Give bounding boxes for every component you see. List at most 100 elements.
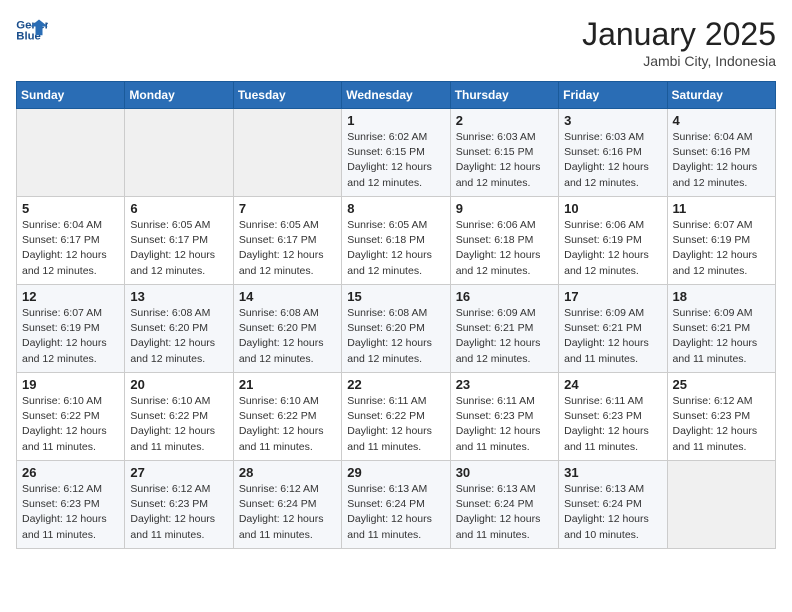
day-info: Sunrise: 6:11 AM Sunset: 6:23 PM Dayligh… xyxy=(456,394,553,455)
day-number: 17 xyxy=(564,289,661,304)
day-info: Sunrise: 6:04 AM Sunset: 6:17 PM Dayligh… xyxy=(22,218,119,279)
day-info: Sunrise: 6:07 AM Sunset: 6:19 PM Dayligh… xyxy=(22,306,119,367)
weekday-header-saturday: Saturday xyxy=(667,82,775,109)
weekday-header-tuesday: Tuesday xyxy=(233,82,341,109)
month-title: January 2025 xyxy=(582,16,776,53)
calendar-cell: 13 Sunrise: 6:08 AM Sunset: 6:20 PM Dayli… xyxy=(125,285,233,373)
calendar-cell: 5 Sunrise: 6:04 AM Sunset: 6:17 PM Daylig… xyxy=(17,197,125,285)
weekday-header-monday: Monday xyxy=(125,82,233,109)
day-number: 23 xyxy=(456,377,553,392)
calendar-cell xyxy=(17,109,125,197)
day-info: Sunrise: 6:06 AM Sunset: 6:18 PM Dayligh… xyxy=(456,218,553,279)
day-info: Sunrise: 6:12 AM Sunset: 6:23 PM Dayligh… xyxy=(22,482,119,543)
day-number: 6 xyxy=(130,201,227,216)
day-info: Sunrise: 6:08 AM Sunset: 6:20 PM Dayligh… xyxy=(347,306,444,367)
day-number: 31 xyxy=(564,465,661,480)
day-info: Sunrise: 6:06 AM Sunset: 6:19 PM Dayligh… xyxy=(564,218,661,279)
day-number: 28 xyxy=(239,465,336,480)
calendar-cell: 16 Sunrise: 6:09 AM Sunset: 6:21 PM Dayli… xyxy=(450,285,558,373)
calendar-cell: 8Sunrise: 6:05 AM Sunset: 6:18 PM Daylig… xyxy=(342,197,450,285)
day-info: Sunrise: 6:10 AM Sunset: 6:22 PM Dayligh… xyxy=(22,394,119,455)
calendar-cell: 1 Sunrise: 6:02 AM Sunset: 6:15 PM Daylig… xyxy=(342,109,450,197)
calendar-cell: 6 Sunrise: 6:05 AM Sunset: 6:17 PM Daylig… xyxy=(125,197,233,285)
calendar-week-row: 1 Sunrise: 6:02 AM Sunset: 6:15 PM Daylig… xyxy=(17,109,776,197)
day-info: Sunrise: 6:08 AM Sunset: 6:20 PM Dayligh… xyxy=(130,306,227,367)
calendar-cell: 7 Sunrise: 6:05 AM Sunset: 6:17 PM Daylig… xyxy=(233,197,341,285)
day-info: Sunrise: 6:04 AM Sunset: 6:16 PM Dayligh… xyxy=(673,130,770,191)
calendar-cell: 21 Sunrise: 6:10 AM Sunset: 6:22 PM Dayli… xyxy=(233,373,341,461)
day-info: Sunrise: 6:12 AM Sunset: 6:24 PM Dayligh… xyxy=(239,482,336,543)
day-number: 22 xyxy=(347,377,444,392)
day-number: 7 xyxy=(239,201,336,216)
day-number: 27 xyxy=(130,465,227,480)
calendar-cell xyxy=(667,461,775,549)
calendar-cell: 23 Sunrise: 6:11 AM Sunset: 6:23 PM Dayli… xyxy=(450,373,558,461)
logo: General Blue xyxy=(16,16,48,44)
day-info: Sunrise: 6:09 AM Sunset: 6:21 PM Dayligh… xyxy=(456,306,553,367)
calendar-week-row: 5 Sunrise: 6:04 AM Sunset: 6:17 PM Daylig… xyxy=(17,197,776,285)
calendar-cell: 12 Sunrise: 6:07 AM Sunset: 6:19 PM Dayli… xyxy=(17,285,125,373)
calendar-cell: 27 Sunrise: 6:12 AM Sunset: 6:23 PM Dayli… xyxy=(125,461,233,549)
calendar-cell: 20 Sunrise: 6:10 AM Sunset: 6:22 PM Dayli… xyxy=(125,373,233,461)
title-block: January 2025 Jambi City, Indonesia xyxy=(582,16,776,69)
day-info: Sunrise: 6:08 AM Sunset: 6:20 PM Dayligh… xyxy=(239,306,336,367)
day-number: 2 xyxy=(456,113,553,128)
day-number: 5 xyxy=(22,201,119,216)
day-number: 20 xyxy=(130,377,227,392)
day-info: Sunrise: 6:09 AM Sunset: 6:21 PM Dayligh… xyxy=(564,306,661,367)
day-number: 13 xyxy=(130,289,227,304)
day-number: 8 xyxy=(347,201,444,216)
day-number: 10 xyxy=(564,201,661,216)
day-number: 26 xyxy=(22,465,119,480)
calendar-cell: 9 Sunrise: 6:06 AM Sunset: 6:18 PM Daylig… xyxy=(450,197,558,285)
day-info: Sunrise: 6:05 AM Sunset: 6:17 PM Dayligh… xyxy=(239,218,336,279)
calendar-cell xyxy=(233,109,341,197)
day-number: 12 xyxy=(22,289,119,304)
calendar-cell: 4 Sunrise: 6:04 AM Sunset: 6:16 PM Daylig… xyxy=(667,109,775,197)
calendar-table: SundayMondayTuesdayWednesdayThursdayFrid… xyxy=(16,81,776,549)
day-info: Sunrise: 6:10 AM Sunset: 6:22 PM Dayligh… xyxy=(239,394,336,455)
day-number: 19 xyxy=(22,377,119,392)
day-number: 18 xyxy=(673,289,770,304)
day-number: 4 xyxy=(673,113,770,128)
calendar-cell: 3Sunrise: 6:03 AM Sunset: 6:16 PM Daylig… xyxy=(559,109,667,197)
day-number: 16 xyxy=(456,289,553,304)
calendar-cell: 17 Sunrise: 6:09 AM Sunset: 6:21 PM Dayli… xyxy=(559,285,667,373)
day-info: Sunrise: 6:02 AM Sunset: 6:15 PM Dayligh… xyxy=(347,130,444,191)
calendar-cell: 2 Sunrise: 6:03 AM Sunset: 6:15 PM Daylig… xyxy=(450,109,558,197)
calendar-cell: 18Sunrise: 6:09 AM Sunset: 6:21 PM Dayli… xyxy=(667,285,775,373)
calendar-cell: 14 Sunrise: 6:08 AM Sunset: 6:20 PM Dayli… xyxy=(233,285,341,373)
day-number: 21 xyxy=(239,377,336,392)
calendar-cell: 24Sunrise: 6:11 AM Sunset: 6:23 PM Dayli… xyxy=(559,373,667,461)
calendar-week-row: 26 Sunrise: 6:12 AM Sunset: 6:23 PM Dayli… xyxy=(17,461,776,549)
day-info: Sunrise: 6:12 AM Sunset: 6:23 PM Dayligh… xyxy=(130,482,227,543)
day-number: 11 xyxy=(673,201,770,216)
day-info: Sunrise: 6:03 AM Sunset: 6:15 PM Dayligh… xyxy=(456,130,553,191)
weekday-header-sunday: Sunday xyxy=(17,82,125,109)
day-info: Sunrise: 6:11 AM Sunset: 6:22 PM Dayligh… xyxy=(347,394,444,455)
day-number: 1 xyxy=(347,113,444,128)
day-info: Sunrise: 6:05 AM Sunset: 6:17 PM Dayligh… xyxy=(130,218,227,279)
calendar-cell: 11 Sunrise: 6:07 AM Sunset: 6:19 PM Dayli… xyxy=(667,197,775,285)
weekday-header-wednesday: Wednesday xyxy=(342,82,450,109)
day-number: 30 xyxy=(456,465,553,480)
day-info: Sunrise: 6:13 AM Sunset: 6:24 PM Dayligh… xyxy=(564,482,661,543)
day-number: 9 xyxy=(456,201,553,216)
day-info: Sunrise: 6:12 AM Sunset: 6:23 PM Dayligh… xyxy=(673,394,770,455)
calendar-cell: 22 Sunrise: 6:11 AM Sunset: 6:22 PM Dayli… xyxy=(342,373,450,461)
calendar-cell: 26 Sunrise: 6:12 AM Sunset: 6:23 PM Dayli… xyxy=(17,461,125,549)
weekday-header-thursday: Thursday xyxy=(450,82,558,109)
day-number: 14 xyxy=(239,289,336,304)
day-number: 25 xyxy=(673,377,770,392)
day-info: Sunrise: 6:13 AM Sunset: 6:24 PM Dayligh… xyxy=(347,482,444,543)
weekday-header-row: SundayMondayTuesdayWednesdayThursdayFrid… xyxy=(17,82,776,109)
day-info: Sunrise: 6:10 AM Sunset: 6:22 PM Dayligh… xyxy=(130,394,227,455)
calendar-cell: 10 Sunrise: 6:06 AM Sunset: 6:19 PM Dayli… xyxy=(559,197,667,285)
weekday-header-friday: Friday xyxy=(559,82,667,109)
day-info: Sunrise: 6:03 AM Sunset: 6:16 PM Dayligh… xyxy=(564,130,661,191)
calendar-cell xyxy=(125,109,233,197)
day-info: Sunrise: 6:07 AM Sunset: 6:19 PM Dayligh… xyxy=(673,218,770,279)
day-number: 24 xyxy=(564,377,661,392)
calendar-cell: 19 Sunrise: 6:10 AM Sunset: 6:22 PM Dayli… xyxy=(17,373,125,461)
day-number: 15 xyxy=(347,289,444,304)
